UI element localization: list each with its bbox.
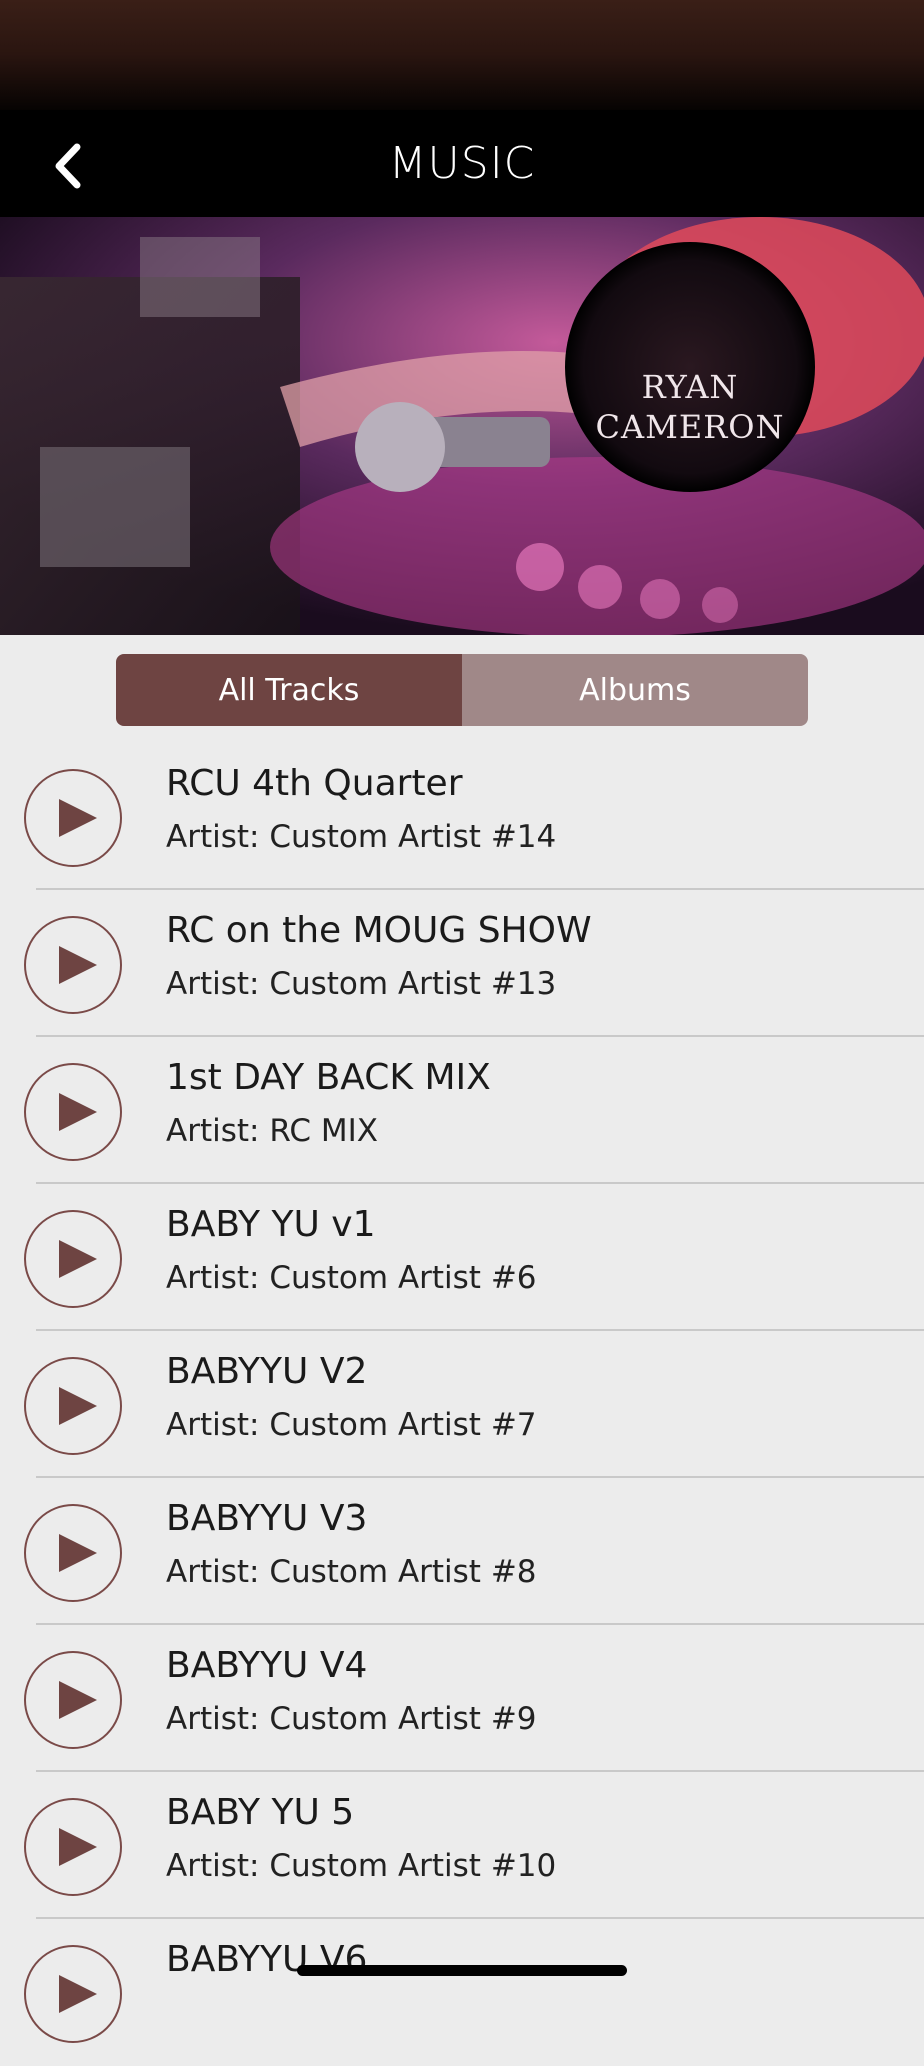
track-row[interactable]: BABYYU V4 Artist: Custom Artist #9 <box>0 1625 924 1772</box>
hero-banner-image: RYAN CAMERON <box>0 217 924 635</box>
track-artist: Artist: Custom Artist #10 <box>166 1848 557 1884</box>
play-button[interactable] <box>24 1504 122 1602</box>
track-title: BABYYU V3 <box>166 1498 368 1539</box>
hero-logo-text: RYAN CAMERON <box>560 367 820 447</box>
track-artist: Artist: Custom Artist #14 <box>166 819 557 855</box>
track-artist: Artist: Custom Artist #13 <box>166 966 557 1002</box>
play-button[interactable] <box>24 1945 122 2043</box>
track-list: RCU 4th Quarter Artist: Custom Artist #1… <box>0 743 924 2066</box>
track-title: 1st DAY BACK MIX <box>166 1057 491 1098</box>
track-row[interactable]: BABY YU v1 Artist: Custom Artist #6 <box>0 1184 924 1331</box>
track-title: RC on the MOUG SHOW <box>166 910 592 951</box>
segmented-control: All Tracks Albums <box>116 654 808 726</box>
logo-line-2: CAMERON <box>595 408 785 446</box>
tab-all-tracks[interactable]: All Tracks <box>116 654 462 726</box>
track-artist: Artist: Custom Artist #6 <box>166 1260 537 1296</box>
logo-line-1: RYAN <box>641 368 739 406</box>
track-title: BABY YU v1 <box>166 1204 376 1245</box>
play-button[interactable] <box>24 1651 122 1749</box>
play-button[interactable] <box>24 1357 122 1455</box>
play-button[interactable] <box>24 916 122 1014</box>
track-row[interactable]: RCU 4th Quarter Artist: Custom Artist #1… <box>0 743 924 890</box>
play-button[interactable] <box>24 1798 122 1896</box>
home-indicator <box>297 1965 627 1976</box>
play-icon <box>59 1093 97 1131</box>
status-bar <box>0 0 924 120</box>
play-icon <box>59 946 97 984</box>
play-icon <box>59 1828 97 1866</box>
track-artist: Artist: Custom Artist #7 <box>166 1407 537 1443</box>
play-icon <box>59 1534 97 1572</box>
play-icon <box>59 1240 97 1278</box>
nav-bar: MUSIC <box>0 110 924 217</box>
track-title: BABYYU V2 <box>166 1351 368 1392</box>
play-icon <box>59 1681 97 1719</box>
track-title: BABYYU V4 <box>166 1645 368 1686</box>
track-artist: Artist: Custom Artist #8 <box>166 1554 537 1590</box>
play-icon <box>59 799 97 837</box>
track-row[interactable]: BABY YU 5 Artist: Custom Artist #10 <box>0 1772 924 1919</box>
play-button[interactable] <box>24 1063 122 1161</box>
track-title: RCU 4th Quarter <box>166 763 463 804</box>
play-icon <box>59 1387 97 1425</box>
tab-albums[interactable]: Albums <box>462 654 808 726</box>
track-row[interactable]: BABYYU V3 Artist: Custom Artist #8 <box>0 1478 924 1625</box>
play-button[interactable] <box>24 769 122 867</box>
page-title: MUSIC <box>388 138 536 189</box>
track-title: BABY YU 5 <box>166 1792 355 1833</box>
play-icon <box>59 1975 97 2013</box>
play-button[interactable] <box>24 1210 122 1308</box>
track-row[interactable]: RC on the MOUG SHOW Artist: Custom Artis… <box>0 890 924 1037</box>
track-row[interactable]: BABYYU V6 <box>0 1919 924 2066</box>
track-row[interactable]: 1st DAY BACK MIX Artist: RC MIX <box>0 1037 924 1184</box>
track-row[interactable]: BABYYU V2 Artist: Custom Artist #7 <box>0 1331 924 1478</box>
track-artist: Artist: Custom Artist #9 <box>166 1701 537 1737</box>
track-artist: Artist: RC MIX <box>166 1113 378 1149</box>
